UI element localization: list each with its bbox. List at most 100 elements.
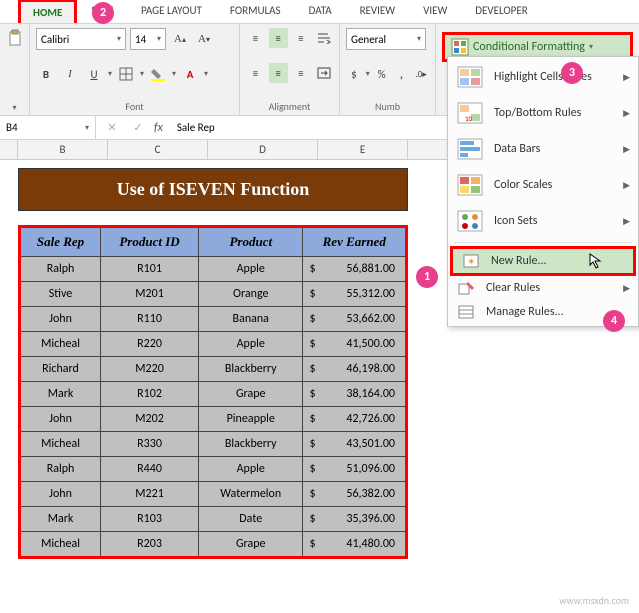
cell-rev[interactable]: $53,662.00 (303, 307, 407, 332)
tab-developer[interactable]: DEVELOPER (461, 0, 541, 23)
tab-view[interactable]: VIEW (409, 0, 461, 23)
percent-button[interactable]: % (374, 64, 390, 84)
cell-pid[interactable]: R440 (101, 457, 199, 482)
cell-rep[interactable]: Ralph (20, 257, 101, 282)
col-header[interactable]: E (318, 140, 408, 159)
cell-pid[interactable]: R203 (101, 532, 199, 558)
cell-rev[interactable]: $41,500.00 (303, 332, 407, 357)
underline-button[interactable]: U (84, 64, 104, 84)
number-format-select[interactable]: General▾ (346, 28, 426, 50)
cell-pid[interactable]: R103 (101, 507, 199, 532)
cell-pid[interactable]: M221 (101, 482, 199, 507)
increase-decimal-icon[interactable]: .0▸ (413, 64, 429, 84)
align-bottom-icon[interactable]: ≡ (292, 28, 311, 48)
col-header[interactable]: C (108, 140, 208, 159)
cf-color-scales[interactable]: Color Scales ▶ (448, 167, 638, 203)
cell-rep[interactable]: John (20, 307, 101, 332)
cell-rev[interactable]: $55,312.00 (303, 282, 407, 307)
table-row[interactable]: Richard M220 Blackberry $46,198.00 (20, 357, 407, 382)
decrease-font-icon[interactable]: A▾ (194, 29, 214, 49)
table-row[interactable]: John M202 Pineapple $42,726.00 (20, 407, 407, 432)
cell-pid[interactable]: R101 (101, 257, 199, 282)
cell-rev[interactable]: $43,501.00 (303, 432, 407, 457)
cell-rep[interactable]: Richard (20, 357, 101, 382)
cell-rev[interactable]: $46,198.00 (303, 357, 407, 382)
font-name-select[interactable]: Calibri▾ (36, 28, 126, 50)
cell-rep[interactable]: Micheal (20, 532, 101, 558)
table-row[interactable]: Micheal R203 Grape $41,480.00 (20, 532, 407, 558)
cell-pid[interactable]: R330 (101, 432, 199, 457)
table-row[interactable]: Ralph R101 Apple $56,881.00 (20, 257, 407, 282)
cell-rev[interactable]: $51,096.00 (303, 457, 407, 482)
accept-formula-icon[interactable]: ✓ (128, 118, 148, 138)
header-product[interactable]: Product (199, 227, 303, 257)
cell-prod[interactable]: Apple (199, 457, 303, 482)
cancel-formula-icon[interactable]: ✕ (102, 118, 122, 138)
header-productid[interactable]: Product ID (101, 227, 199, 257)
col-header[interactable]: B (18, 140, 108, 159)
cell-rep[interactable]: Stive (20, 282, 101, 307)
tab-home[interactable]: HOME (18, 0, 77, 23)
cell-rep[interactable]: Mark (20, 507, 101, 532)
cell-rev[interactable]: $56,881.00 (303, 257, 407, 282)
currency-button[interactable]: $ (346, 64, 362, 84)
table-row[interactable]: Mark R102 Grape $38,164.00 (20, 382, 407, 407)
name-box[interactable]: B4▾ (0, 116, 96, 139)
cell-rev[interactable]: $38,164.00 (303, 382, 407, 407)
header-salerep[interactable]: Sale Rep (20, 227, 101, 257)
cell-prod[interactable]: Orange (199, 282, 303, 307)
cell-prod[interactable]: Apple (199, 332, 303, 357)
cell-rep[interactable]: Ralph (20, 457, 101, 482)
wrap-text-icon[interactable] (314, 28, 333, 48)
align-center-icon[interactable]: ≡ (269, 63, 288, 83)
cell-pid[interactable]: R102 (101, 382, 199, 407)
cell-prod[interactable]: Watermelon (199, 482, 303, 507)
align-right-icon[interactable]: ≡ (292, 63, 311, 83)
cell-pid[interactable]: M201 (101, 282, 199, 307)
font-color-button[interactable]: A (180, 64, 200, 84)
align-middle-icon[interactable]: ≡ (269, 28, 288, 48)
cell-rev[interactable]: $42,726.00 (303, 407, 407, 432)
cell-rev[interactable]: $35,396.00 (303, 507, 407, 532)
cell-prod[interactable]: Apple (199, 257, 303, 282)
cell-rep[interactable]: Micheal (20, 332, 101, 357)
bold-button[interactable]: B (36, 64, 56, 84)
merge-icon[interactable] (314, 63, 333, 83)
border-button[interactable] (116, 64, 136, 84)
table-row[interactable]: Micheal R330 Blackberry $43,501.00 (20, 432, 407, 457)
align-top-icon[interactable]: ≡ (246, 28, 265, 48)
cell-rep[interactable]: John (20, 482, 101, 507)
cell-pid[interactable]: M202 (101, 407, 199, 432)
cf-highlight-cells[interactable]: Highlight Cells Rules ▶ (448, 59, 638, 95)
table-row[interactable]: Stive M201 Orange $55,312.00 (20, 282, 407, 307)
cf-data-bars[interactable]: Data Bars ▶ (448, 131, 638, 167)
cell-pid[interactable]: R220 (101, 332, 199, 357)
header-rev[interactable]: Rev Earned (303, 227, 407, 257)
cell-prod[interactable]: Pineapple (199, 407, 303, 432)
fill-color-button[interactable] (148, 64, 168, 84)
table-row[interactable]: John R110 Banana $53,662.00 (20, 307, 407, 332)
tab-pagelayout[interactable]: PAGE LAYOUT (127, 0, 216, 23)
cell-prod[interactable]: Grape (199, 532, 303, 558)
cell-prod[interactable]: Banana (199, 307, 303, 332)
tab-formulas[interactable]: FORMULAS (216, 0, 295, 23)
increase-font-icon[interactable]: A▴ (170, 29, 190, 49)
table-row[interactable]: Micheal R220 Apple $41,500.00 (20, 332, 407, 357)
cell-rev[interactable]: $56,382.00 (303, 482, 407, 507)
comma-button[interactable]: , (394, 64, 410, 84)
font-size-select[interactable]: 14▾ (130, 28, 166, 50)
cell-rep[interactable]: Micheal (20, 432, 101, 457)
cell-prod[interactable]: Date (199, 507, 303, 532)
paste-icon[interactable] (6, 28, 26, 48)
italic-button[interactable]: I (60, 64, 80, 84)
cell-prod[interactable]: Grape (199, 382, 303, 407)
cell-pid[interactable]: R110 (101, 307, 199, 332)
tab-data[interactable]: DATA (295, 0, 346, 23)
cell-prod[interactable]: Blackberry (199, 357, 303, 382)
align-left-icon[interactable]: ≡ (246, 63, 265, 83)
table-row[interactable]: Mark R103 Date $35,396.00 (20, 507, 407, 532)
cell-rev[interactable]: $41,480.00 (303, 532, 407, 558)
cf-new-rule[interactable]: ✶ New Rule... (450, 246, 636, 276)
fx-icon[interactable]: fx (154, 121, 163, 135)
table-row[interactable]: John M221 Watermelon $56,382.00 (20, 482, 407, 507)
